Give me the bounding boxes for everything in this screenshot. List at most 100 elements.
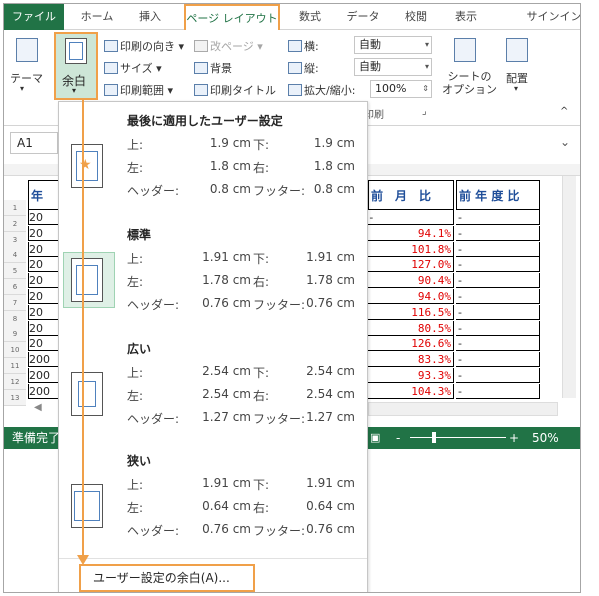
zoom-in-button[interactable]: + xyxy=(509,427,519,449)
year-cell[interactable]: 200 xyxy=(28,383,60,399)
custom-margins-item[interactable]: ユーザー設定の余白(A)... xyxy=(79,564,255,592)
year-cell[interactable]: 20 xyxy=(28,336,60,352)
row-header[interactable]: 8 xyxy=(4,310,26,327)
margin-preset[interactable]: ★ 最後に適用したユーザー設定 上: 1.9 cm 下: 1.9 cm 左: 1.8 cm 右:… xyxy=(59,112,367,218)
horizontal-scrollbar[interactable] xyxy=(368,402,558,416)
year-ratio-cell[interactable]: - xyxy=(456,210,540,225)
theme-button[interactable]: テーマ xyxy=(10,70,43,86)
vertical-scrollbar[interactable] xyxy=(562,176,576,398)
year-cell[interactable]: 20 xyxy=(28,257,60,273)
preset-right-label: 右: xyxy=(253,389,270,403)
preset-top-label: 上: xyxy=(127,138,144,152)
dialog-launcher-icon[interactable]: ⌟ xyxy=(422,106,427,117)
year-cell[interactable]: 20 xyxy=(28,241,60,257)
scale-input[interactable]: 100% ⇕ xyxy=(370,80,432,98)
tab-review[interactable]: 校閲 xyxy=(394,4,438,30)
tab-insert[interactable]: 挿入 xyxy=(128,4,172,30)
margin-preset[interactable]: 狭い 上: 1.91 cm 下: 1.91 cm 左: 0.64 cm 右: 0.64 cm ヘッ… xyxy=(59,452,367,558)
month-ratio-cell[interactable]: 94.1% xyxy=(368,225,454,241)
year-cell[interactable]: 20 xyxy=(28,273,60,289)
row-header[interactable]: 12 xyxy=(4,373,26,390)
preset-title: 最後に適用したユーザー設定 xyxy=(127,114,283,128)
row-header[interactable]: 3 xyxy=(4,231,26,248)
row-header[interactable]: 7 xyxy=(4,294,26,311)
name-box[interactable]: A1 xyxy=(10,132,58,154)
month-ratio-cell[interactable]: - xyxy=(368,210,454,225)
year-ratio-cell[interactable]: - xyxy=(456,320,540,336)
month-ratio-cell[interactable]: 94.0% xyxy=(368,289,454,304)
month-ratio-cell[interactable]: 101.8% xyxy=(368,241,454,257)
tab-home[interactable]: ホーム xyxy=(72,4,122,30)
year-ratio-cell[interactable]: - xyxy=(456,257,540,273)
year-ratio-cell[interactable]: - xyxy=(456,304,540,320)
month-ratio-cell[interactable]: 104.3% xyxy=(368,383,454,399)
year-ratio-cell[interactable]: - xyxy=(456,241,540,257)
preset-bottom-value: 2.54 cm xyxy=(306,364,355,378)
year-cell[interactable]: 200 xyxy=(28,352,60,368)
tab-view[interactable]: 表示 xyxy=(444,4,488,30)
preset-footer-value: 1.27 cm xyxy=(306,410,355,424)
month-ratio-cell[interactable]: 80.5% xyxy=(368,320,454,336)
month-ratio-cell[interactable]: 127.0% xyxy=(368,257,454,273)
preset-top-label: 上: xyxy=(127,478,144,492)
tab-formulas[interactable]: 数式 xyxy=(288,4,332,30)
tab-data[interactable]: データ xyxy=(338,4,388,30)
year-cell[interactable]: 20 xyxy=(28,225,60,241)
row-header[interactable]: 2 xyxy=(4,215,26,232)
year-cell[interactable]: 20 xyxy=(28,304,60,320)
size-button[interactable]: サイズ ▾ xyxy=(104,60,162,76)
tab-file[interactable]: ファイル xyxy=(4,4,64,30)
month-ratio-cell[interactable]: 90.4% xyxy=(368,273,454,289)
zoom-slider-thumb[interactable] xyxy=(432,432,436,443)
preset-header-value: 0.8 cm xyxy=(209,182,251,196)
orientation-button[interactable]: 印刷の向き ▾ xyxy=(104,38,184,54)
row-header[interactable]: 9 xyxy=(4,326,26,343)
year-ratio-cell[interactable]: - xyxy=(456,383,540,399)
preset-top-value: 2.54 cm xyxy=(202,364,251,378)
row-header[interactable]: 1 xyxy=(4,200,26,216)
year-ratio-cell[interactable]: - xyxy=(456,225,540,241)
preset-bottom-value: 1.9 cm xyxy=(313,136,355,150)
signin-link[interactable]: サインイン xyxy=(524,4,581,30)
background-button[interactable]: 背景 xyxy=(194,60,232,76)
preset-right-label: 右: xyxy=(253,275,270,289)
row-header[interactable]: 13 xyxy=(4,389,26,406)
year-cell[interactable]: 20 xyxy=(28,210,60,225)
row-header[interactable]: 5 xyxy=(4,263,26,280)
row-header[interactable]: 10 xyxy=(4,342,26,359)
zoom-slider[interactable] xyxy=(410,437,506,438)
year-ratio-cell[interactable]: - xyxy=(456,289,540,304)
height-select[interactable]: 自動 ▾ xyxy=(354,58,432,76)
print-titles-button[interactable]: 印刷タイトル xyxy=(194,82,276,98)
month-ratio-cell[interactable]: 126.6% xyxy=(368,336,454,352)
zoom-out-button[interactable]: - xyxy=(396,427,400,449)
month-ratio-cell[interactable]: 83.3% xyxy=(368,352,454,368)
month-ratio-cell[interactable]: 116.5% xyxy=(368,304,454,320)
preset-left-value: 1.78 cm xyxy=(202,273,251,287)
collapse-ribbon-icon[interactable]: ^ xyxy=(560,106,568,117)
year-ratio-cell[interactable]: - xyxy=(456,352,540,368)
row-header[interactable]: 4 xyxy=(4,247,26,264)
sheet-options-button[interactable]: シートの オプション xyxy=(442,70,497,96)
print-area-button[interactable]: 印刷範囲 ▾ xyxy=(104,82,173,98)
margin-preset[interactable]: 標準 上: 1.91 cm 下: 1.91 cm 左: 1.78 cm 右: 1.78 cm ヘッ… xyxy=(59,226,367,332)
zoom-level[interactable]: 50% xyxy=(532,427,559,449)
breaks-button[interactable]: 改ページ ▾ xyxy=(194,38,263,54)
margins-button[interactable]: 余白 ▾ xyxy=(54,32,98,100)
year-cell[interactable]: 20 xyxy=(28,320,60,336)
year-ratio-cell[interactable]: - xyxy=(456,336,540,352)
month-ratio-cell[interactable]: 93.3% xyxy=(368,368,454,383)
year-ratio-cell[interactable]: - xyxy=(456,368,540,383)
page-layout-view-icon[interactable]: ▣ xyxy=(370,427,380,449)
preset-header-label: ヘッダー: xyxy=(127,412,180,426)
formula-expand-icon[interactable]: ⌄ xyxy=(560,135,570,149)
margin-preset[interactable]: 広い 上: 2.54 cm 下: 2.54 cm 左: 2.54 cm 右: 2.54 cm ヘッ… xyxy=(59,340,367,446)
year-cell[interactable]: 200 xyxy=(28,368,60,383)
sheet-scroll-left-icon[interactable]: ◀ xyxy=(34,402,54,413)
tab-page-layout[interactable]: ページ レイアウト xyxy=(184,4,280,31)
width-select[interactable]: 自動 ▾ xyxy=(354,36,432,54)
year-cell[interactable]: 20 xyxy=(28,289,60,304)
row-header[interactable]: 6 xyxy=(4,279,26,295)
year-ratio-cell[interactable]: - xyxy=(456,273,540,289)
row-header[interactable]: 11 xyxy=(4,358,26,374)
